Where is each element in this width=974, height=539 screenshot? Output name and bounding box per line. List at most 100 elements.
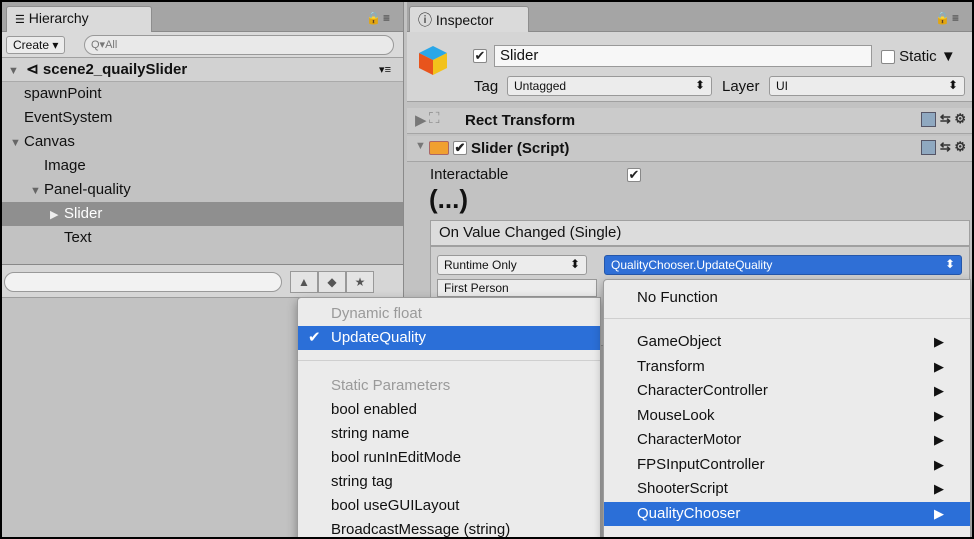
label-tag-icon[interactable]: ◆ bbox=[318, 271, 346, 293]
menu-item-label: BroadcastMessage (string) bbox=[331, 521, 511, 537]
slider-script-header[interactable]: ▼ ✔ Slider (Script) ⇆ ⚙ bbox=[407, 136, 972, 162]
chevron-down-icon: ▾ bbox=[52, 38, 59, 52]
hierarchy-item[interactable]: Image bbox=[2, 154, 403, 178]
tag-dropdown[interactable]: Untagged ⬍ bbox=[507, 76, 712, 96]
expand-triangle-icon[interactable]: ▼ bbox=[8, 59, 22, 83]
hierarchy-tab-menu-icon[interactable]: 🔒≡ bbox=[366, 11, 392, 25]
component-menu-icons[interactable]: ⇆ ⚙ bbox=[921, 139, 966, 156]
expand-triangle-icon[interactable]: ▼ bbox=[415, 140, 426, 152]
layer-value: UI bbox=[776, 79, 788, 93]
gameobject-cube-icon bbox=[419, 46, 447, 75]
tab-hierarchy[interactable]: ☰ Hierarchy bbox=[6, 6, 152, 32]
secondary-search-input[interactable] bbox=[4, 272, 282, 292]
active-checkbox[interactable]: ✔ bbox=[473, 49, 487, 63]
hierarchy-item-label: spawnPoint bbox=[24, 85, 102, 102]
scene-row[interactable]: ▼ ⊲ scene2_quailySlider ▾≡ bbox=[2, 58, 403, 82]
chevron-down-icon[interactable]: ▼ bbox=[941, 48, 956, 65]
submenu-arrow-icon: ▶ bbox=[934, 383, 944, 398]
submenu-arrow-icon: ▶ bbox=[934, 456, 944, 472]
method-popup-menu: Dynamic float ✔ UpdateQuality Static Par… bbox=[297, 297, 601, 537]
expand-triangle-icon[interactable]: ▼ bbox=[10, 131, 24, 155]
component-popup-menu: No Function GameObject ▶ Transform ▶ Charact… bbox=[603, 279, 971, 537]
menu-item-label: ShooterScript bbox=[637, 480, 728, 497]
menu-item-static-parameter[interactable]: bool runInEditMode bbox=[298, 446, 600, 470]
menu-item-static-parameter[interactable]: BroadcastMessage (string) bbox=[298, 518, 600, 537]
scene-name: scene2_quailySlider bbox=[42, 61, 188, 78]
submenu-arrow-icon: ▶ bbox=[934, 407, 944, 423]
static-parameters-label: Static Parameters bbox=[331, 377, 451, 394]
menu-item-component[interactable]: MouseLook ▶ bbox=[604, 404, 970, 428]
component-menu-icons[interactable]: ⇆ ⚙ bbox=[921, 111, 966, 128]
static-checkbox[interactable] bbox=[881, 50, 895, 65]
menu-item-component[interactable]: CharacterMotor ▶ bbox=[604, 428, 970, 452]
hierarchy-search-input[interactable]: Q▾All bbox=[84, 35, 394, 55]
inspector-tabbar: ⓘ Inspector 🔒≡ bbox=[407, 2, 972, 32]
hierarchy-item[interactable]: EventSystem bbox=[2, 106, 403, 130]
updown-arrow-icon: ⬍ bbox=[694, 78, 705, 92]
menu-item-component[interactable]: GameObject ▶ bbox=[604, 330, 970, 354]
object-name: Slider bbox=[500, 47, 539, 64]
menu-item-label: bool enabled bbox=[331, 401, 417, 418]
menu-separator bbox=[604, 318, 970, 319]
submenu-arrow-icon: ▶ bbox=[934, 481, 944, 496]
search-placeholder: Q▾All bbox=[91, 39, 118, 51]
menu-item-updatequality[interactable]: ✔ UpdateQuality bbox=[298, 326, 600, 350]
menu-item-component[interactable]: QualityChooser ▶ bbox=[604, 501, 970, 526]
submenu-arrow-icon: ▶ bbox=[934, 432, 944, 447]
hierarchy-item-label: Text bbox=[64, 229, 92, 246]
help-book-icon[interactable] bbox=[921, 112, 937, 128]
hierarchy-item[interactable]: spawnPoint bbox=[2, 82, 403, 106]
rect-transform-header[interactable]: ▶ ⛶ Rect Transform ⇆ ⚙ bbox=[407, 108, 972, 134]
hierarchy-item-label: Image bbox=[44, 157, 86, 174]
runtime-mode-dropdown[interactable]: Runtime Only ⬍ bbox=[437, 255, 587, 275]
type-filter-icon[interactable]: ▲ bbox=[290, 271, 318, 293]
favorite-star-icon[interactable]: ★ bbox=[346, 271, 374, 293]
menu-item-component[interactable]: FPSInputController ▶ bbox=[604, 453, 970, 477]
submenu-arrow-icon: ▶ bbox=[934, 505, 944, 521]
scene-menu-icon[interactable]: ▾≡ bbox=[379, 58, 391, 82]
function-value: QualityChooser.UpdateQuality bbox=[611, 258, 773, 272]
inspector-tab-menu-icon[interactable]: 🔒≡ bbox=[935, 11, 961, 25]
slider-enabled-checkbox[interactable]: ✔ bbox=[453, 141, 467, 155]
object-name-field[interactable]: Slider bbox=[494, 45, 872, 67]
static-toggle[interactable]: Static ▼ bbox=[881, 48, 956, 65]
menu-header-dynamic: Dynamic float bbox=[298, 302, 600, 326]
menu-item-static-parameter[interactable]: string name bbox=[298, 422, 600, 446]
target-object-field[interactable]: First Person bbox=[437, 279, 597, 297]
event-header-label: On Value Changed (Single) bbox=[439, 224, 622, 241]
tag-label: Tag bbox=[474, 78, 499, 95]
interactable-checkbox[interactable]: ✔ bbox=[627, 168, 641, 182]
hierarchy-tabbar: ☰ Hierarchy 🔒≡ bbox=[2, 2, 403, 32]
hierarchy-item-label: EventSystem bbox=[24, 109, 113, 126]
hierarchy-item[interactable]: ▼ Panel-quality bbox=[2, 178, 403, 202]
submenu-arrow-icon: ▶ bbox=[934, 358, 944, 374]
slider-component-label: Slider (Script) bbox=[471, 140, 570, 157]
menu-item-component[interactable]: Transform ▶ bbox=[604, 355, 970, 379]
menu-item-label: string name bbox=[331, 425, 410, 442]
dynamic-float-label: Dynamic float bbox=[331, 305, 422, 322]
menu-item-label: bool runInEditMode bbox=[331, 449, 462, 466]
menu-item-label: bool useGUILayout bbox=[331, 497, 460, 514]
hierarchy-item-label: Panel-quality bbox=[44, 181, 131, 198]
expand-triangle-icon[interactable]: ▼ bbox=[30, 179, 44, 203]
omitted-content-ellipsis: (...) bbox=[429, 184, 468, 214]
menu-item-static-parameter[interactable]: bool enabled bbox=[298, 398, 600, 422]
tab-inspector[interactable]: ⓘ Inspector bbox=[409, 6, 529, 32]
menu-item-static-parameter[interactable]: bool useGUILayout bbox=[298, 494, 600, 518]
menu-item-static-parameter[interactable]: string tag bbox=[298, 470, 600, 494]
hierarchy-item[interactable]: ▶ Slider bbox=[2, 202, 403, 226]
filter-buttons: ▲ ◆ ★ bbox=[290, 271, 374, 293]
menu-item-no-function[interactable]: No Function bbox=[604, 286, 970, 310]
hierarchy-item[interactable]: ▼ Canvas bbox=[2, 130, 403, 154]
help-book-icon[interactable] bbox=[921, 140, 937, 156]
menu-item-component[interactable]: ShooterScript ▶ bbox=[604, 477, 970, 501]
hierarchy-bottom-bar: ▲ ◆ ★ bbox=[2, 264, 403, 298]
collapse-triangle-icon[interactable]: ▶ bbox=[50, 203, 64, 227]
create-button[interactable]: Create ▾ bbox=[6, 36, 66, 54]
hierarchy-item[interactable]: Text bbox=[2, 226, 403, 250]
menu-item-component[interactable]: CharacterController ▶ bbox=[604, 379, 970, 403]
menu-item-label: CharacterController bbox=[637, 382, 768, 399]
collapse-triangle-icon[interactable]: ▶ bbox=[415, 111, 427, 129]
layer-dropdown[interactable]: UI ⬍ bbox=[769, 76, 965, 96]
function-dropdown[interactable]: QualityChooser.UpdateQuality ⬍ bbox=[604, 255, 962, 275]
